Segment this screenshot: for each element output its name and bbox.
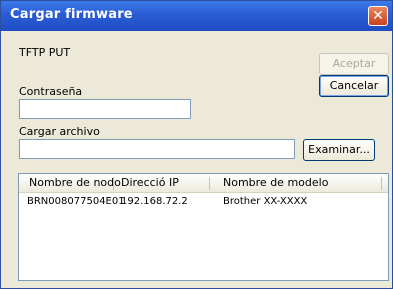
window-title: Cargar firmware xyxy=(10,7,133,22)
cell-node-name: BRN008077504E01 xyxy=(27,196,125,207)
close-button[interactable]: ✕ xyxy=(368,6,388,26)
column-divider[interactable] xyxy=(209,177,210,190)
accept-button[interactable]: Aceptar xyxy=(319,53,389,75)
browse-button[interactable]: Examinar... xyxy=(303,139,375,161)
title-bar[interactable]: Cargar firmware ✕ xyxy=(1,1,392,31)
cancel-button[interactable]: Cancelar xyxy=(319,75,389,97)
column-header-node-name[interactable]: Nombre de nodo xyxy=(29,176,121,189)
list-header: Nombre de nodo Direcció IP Nombre de mod… xyxy=(19,174,388,193)
password-label: Contraseña xyxy=(19,85,83,98)
mode-label: TFTP PUT xyxy=(19,46,71,59)
column-divider[interactable] xyxy=(113,177,114,190)
close-icon: ✕ xyxy=(372,8,384,24)
column-header-ip[interactable]: Direcció IP xyxy=(121,176,179,189)
cell-ip: 192.168.72.2 xyxy=(121,196,188,207)
column-header-model[interactable]: Nombre de modelo xyxy=(223,176,328,189)
dialog-window: Cargar firmware ✕ TFTP PUT Aceptar Cance… xyxy=(0,0,393,289)
upload-file-label: Cargar archivo xyxy=(19,125,100,138)
column-divider[interactable] xyxy=(381,177,382,190)
node-list[interactable]: Nombre de nodo Direcció IP Nombre de mod… xyxy=(18,173,389,281)
password-field[interactable] xyxy=(19,99,191,119)
cell-model: Brother XX-XXXX xyxy=(223,196,308,207)
upload-file-field[interactable] xyxy=(19,139,295,159)
